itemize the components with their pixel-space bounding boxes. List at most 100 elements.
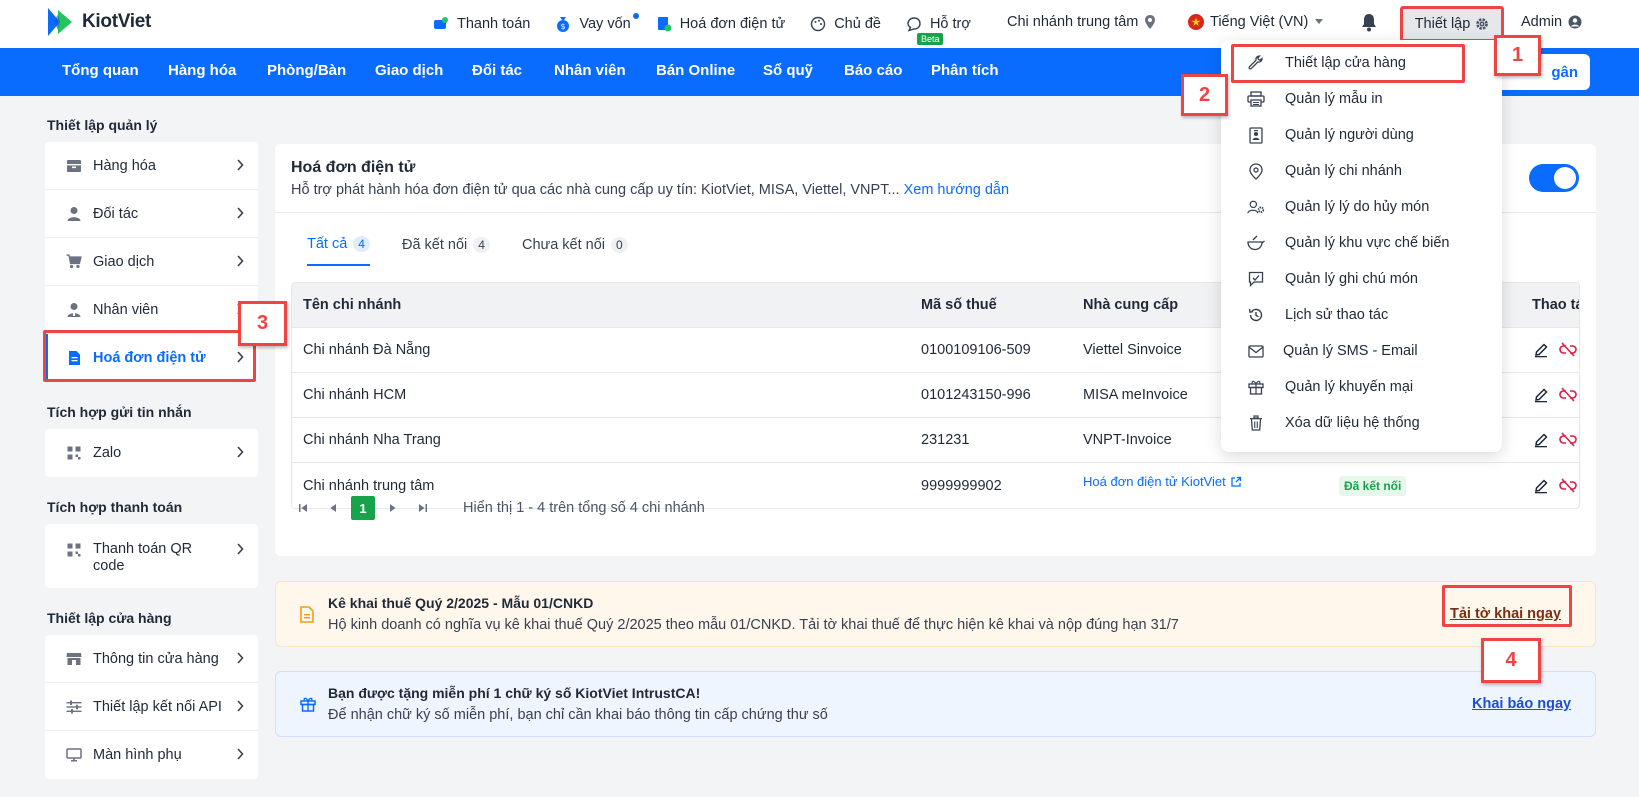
menu-item-label: Quản lý khuyến mại — [1285, 379, 1414, 395]
tax-declaration-banner: Kê khai thuế Quý 2/2025 - Mẫu 01/CNKD Hộ… — [275, 581, 1596, 647]
menu-item-activity-history[interactable]: Lịch sử thao tác — [1221, 297, 1502, 333]
chevron-right-icon — [236, 351, 244, 363]
branch-selector[interactable]: Chi nhánh trung tâm — [1007, 14, 1156, 30]
sidebar-item-qr-payment[interactable]: Thanh toán QR code — [45, 524, 258, 588]
first-page-icon[interactable] — [291, 496, 315, 520]
chevron-right-icon — [236, 700, 244, 712]
chevron-right-icon — [236, 207, 244, 219]
page-number[interactable]: 1 — [351, 496, 375, 520]
sidebar-item-zalo[interactable]: Zalo — [45, 429, 258, 477]
branch-name: Chi nhánh trung tâm — [1007, 14, 1139, 30]
mainnav-analytics[interactable]: Phân tích — [931, 62, 999, 79]
sidebar-item-api[interactable]: Thiết lập kết nối API — [45, 683, 258, 731]
column-header: Thao tác — [1532, 297, 1579, 313]
sidebar-item-einvoice[interactable]: Hoá đơn điện tử — [45, 334, 258, 382]
sidebar-item-products[interactable]: Hàng hóa — [45, 142, 258, 190]
edit-icon[interactable] — [1533, 432, 1549, 448]
mainnav-transactions[interactable]: Giao dịch — [375, 62, 443, 79]
sidebar-item-partners[interactable]: Đối tác — [45, 190, 258, 238]
sidebar-item-label: Đối tác — [93, 205, 139, 222]
setup-button[interactable]: Thiết lập — [1400, 6, 1504, 42]
row-actions — [1533, 477, 1577, 494]
mainnav-rooms[interactable]: Phòng/Bàn — [267, 62, 346, 79]
guide-link[interactable]: Xem hướng dẫn — [904, 182, 1009, 198]
tab-label: Chưa kết nối — [521, 237, 606, 253]
unlink-icon[interactable] — [1559, 342, 1577, 358]
gift-icon — [300, 696, 316, 712]
menu-item-promotions[interactable]: Quản lý khuyến mại — [1221, 369, 1502, 405]
provider-cell: MISA meInvoice — [1083, 387, 1188, 403]
mainnav-overview[interactable]: Tổng quan — [62, 62, 139, 79]
tab-not-connected[interactable]: Chưa kết nối 0 — [522, 236, 628, 266]
unlink-icon[interactable] — [1559, 477, 1577, 494]
sidebar-item-staff[interactable]: Nhân viên — [45, 286, 258, 334]
menu-item-label: Thiết lập cửa hàng — [1285, 55, 1406, 71]
language-label: Tiếng Việt (VN) — [1210, 14, 1309, 30]
brand-logo[interactable]: KiotViet — [44, 6, 151, 38]
sidebar-item-store-info[interactable]: Thông tin cửa hàng — [45, 635, 258, 683]
menu-item-label: Quản lý SMS - Email — [1283, 343, 1418, 359]
callout-1: 1 — [1494, 35, 1541, 76]
menu-item-store-settings[interactable]: Thiết lập cửa hàng — [1221, 45, 1502, 81]
last-page-icon[interactable] — [411, 496, 435, 520]
external-link-icon — [1230, 476, 1242, 488]
edit-icon[interactable] — [1533, 478, 1549, 494]
mainnav-cashbook[interactable]: Sổ quỹ — [763, 62, 813, 79]
topnav-theme-label: Chủ đề — [834, 16, 881, 32]
menu-item-branches[interactable]: Quản lý chi nhánh — [1221, 153, 1502, 189]
prev-page-icon[interactable] — [321, 496, 345, 520]
menu-item-label: Quản lý ghi chú món — [1285, 271, 1418, 287]
provider-link-label: Hoá đơn điện tử KiotViet — [1083, 474, 1226, 489]
beta-badge: Beta — [916, 33, 944, 45]
tab-connected[interactable]: Đã kết nối 4 — [402, 236, 490, 266]
topnav-support-label: Hỗ trợ — [929, 16, 971, 32]
topnav-payment[interactable]: Thanh toán — [432, 15, 530, 33]
kiotviet-logo-icon — [44, 6, 74, 38]
mainnav-products[interactable]: Hàng hóa — [168, 62, 236, 79]
pagination: 1 Hiển thị 1 - 4 trên tổng số 4 chi nhán… — [291, 496, 705, 520]
topnav-support[interactable]: Hỗ trợ Beta — [905, 15, 971, 45]
declare-now-link[interactable]: Khai báo ngay — [1472, 696, 1571, 712]
user-menu[interactable]: Admin — [1521, 14, 1582, 30]
branch-name-cell: Chi nhánh Đà Nẵng — [303, 342, 431, 358]
topnav-einvoice[interactable]: Hoá đơn điện tử — [655, 15, 785, 33]
page-subtitle: Hỗ trợ phát hành hóa đơn điện tử qua các… — [291, 182, 1009, 198]
provider-link[interactable]: Hoá đơn điện tử KiotViet — [1083, 474, 1242, 489]
language-selector[interactable]: Tiếng Việt (VN) — [1188, 14, 1324, 30]
unlink-icon[interactable] — [1559, 432, 1577, 448]
tax-code-cell: 9999999902 — [921, 477, 1002, 494]
download-declaration-link[interactable]: Tải tờ khai ngay — [1450, 606, 1561, 622]
tab-all[interactable]: Tất cả 4 — [307, 236, 370, 266]
menu-item-label: Quản lý người dùng — [1285, 127, 1414, 143]
menu-item-kitchen-areas[interactable]: Quản lý khu vực chế biến — [1221, 225, 1502, 261]
qr-icon — [66, 445, 82, 461]
sidebar-item-transactions[interactable]: Giao dịch — [45, 238, 258, 286]
einvoice-toggle[interactable] — [1529, 164, 1579, 192]
top-nav: Thanh toán $ Vay vốn Hoá đơn điện tử Chủ… — [432, 0, 995, 48]
topnav-loan[interactable]: $ Vay vốn — [554, 13, 639, 33]
menu-item-dish-notes[interactable]: Quản lý ghi chú món — [1221, 261, 1502, 297]
person-icon — [66, 206, 82, 222]
edit-icon[interactable] — [1533, 387, 1549, 403]
menu-item-users[interactable]: Quản lý người dùng — [1221, 117, 1502, 153]
page-title: Hoá đơn điện tử — [291, 159, 416, 176]
menu-item-print-templates[interactable]: Quản lý mẫu in — [1221, 81, 1502, 117]
mainnav-partners[interactable]: Đối tác — [472, 62, 522, 79]
mainnav-reports[interactable]: Báo cáo — [844, 62, 902, 79]
menu-item-sms-email[interactable]: Quản lý SMS - Email — [1221, 333, 1502, 369]
bell-icon[interactable] — [1360, 12, 1378, 32]
mainnav-staff[interactable]: Nhân viên — [554, 62, 626, 79]
sidebar-item-second-screen[interactable]: Màn hình phụ — [45, 731, 258, 779]
menu-item-cancel-reasons[interactable]: Quản lý lý do hủy món — [1221, 189, 1502, 225]
unlink-icon[interactable] — [1559, 387, 1577, 403]
tax-code-cell: 0100109106-509 — [921, 342, 1031, 358]
row-actions — [1533, 342, 1577, 358]
payment-icon — [432, 15, 450, 33]
status-tabs: Tất cả 4 Đã kết nối 4 Chưa kết nối 0 — [307, 236, 628, 266]
mainnav-online-sales[interactable]: Bán Online — [656, 62, 735, 79]
topnav-theme[interactable]: Chủ đề — [809, 15, 881, 33]
menu-item-clear-data[interactable]: Xóa dữ liệu hệ thống — [1221, 405, 1502, 441]
next-page-icon[interactable] — [381, 496, 405, 520]
edit-icon[interactable] — [1533, 342, 1549, 358]
branch-name-cell: Chi nhánh trung tâm — [303, 477, 435, 494]
